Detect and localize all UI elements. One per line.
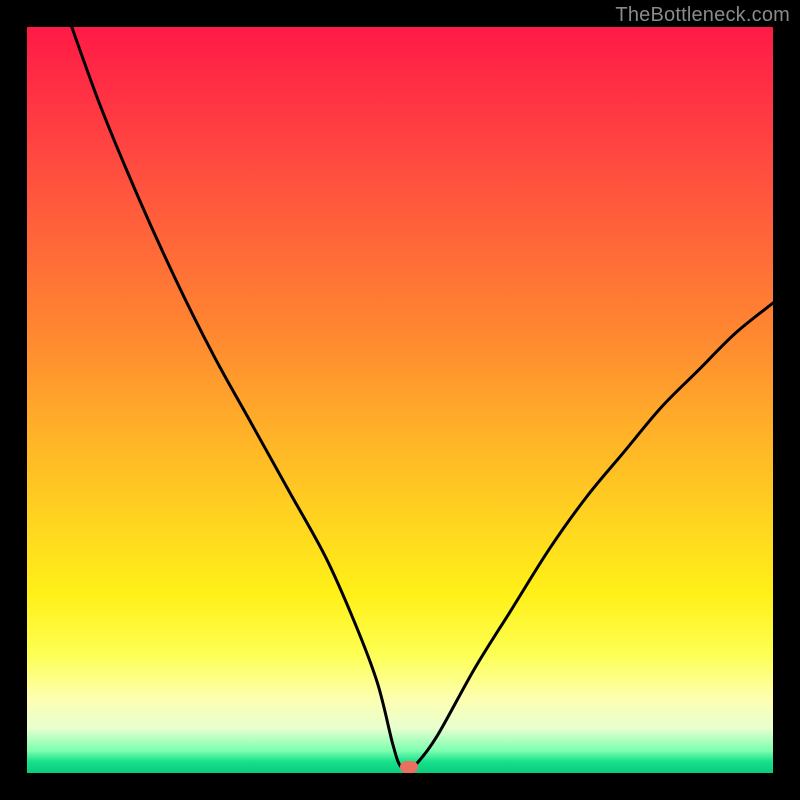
plot-area [27, 27, 773, 773]
chart-frame: TheBottleneck.com [0, 0, 800, 800]
watermark-text: TheBottleneck.com [615, 4, 790, 27]
bottleneck-curve [27, 27, 773, 773]
optimum-marker [400, 761, 418, 773]
